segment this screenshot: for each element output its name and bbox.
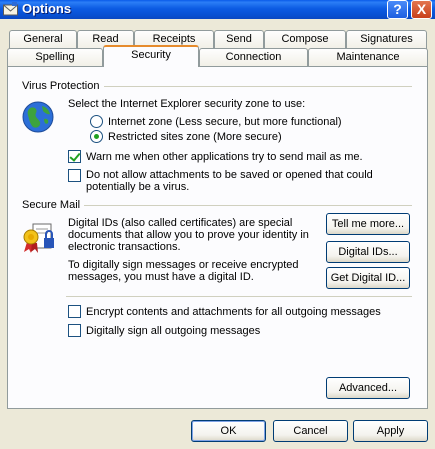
envelope-options-icon — [3, 2, 18, 16]
section-divider — [66, 296, 412, 297]
sign-outgoing-checkbox[interactable] — [68, 324, 81, 337]
block-attachments-checkbox[interactable] — [68, 169, 81, 182]
tab-connection[interactable]: Connection — [199, 48, 308, 67]
tab-maintenance[interactable]: Maintenance — [308, 48, 428, 67]
advanced-button[interactable]: Advanced... — [326, 377, 410, 399]
options-dialog: Options ? X General Read Receipts Send C… — [0, 0, 435, 449]
restricted-zone-radio[interactable] — [90, 130, 103, 143]
tab-general[interactable]: General — [9, 30, 77, 49]
restricted-zone-label[interactable]: Restricted sites zone (More secure) — [108, 131, 282, 143]
group-divider — [104, 86, 412, 87]
internet-zone-label[interactable]: Internet zone (Less secure, but more fun… — [108, 116, 342, 128]
window-title: Options — [22, 1, 72, 16]
sign-outgoing-label[interactable]: Digitally sign all outgoing messages — [86, 325, 260, 337]
group-divider — [84, 205, 412, 206]
digital-id-description-line1: Digital IDs (also called certificates) a… — [68, 217, 293, 229]
security-panel: Virus Protection Select the Internet Exp… — [7, 66, 428, 409]
encrypt-outgoing-label[interactable]: Encrypt contents and attachments for all… — [86, 306, 381, 318]
virus-protection-label: Virus Protection — [22, 80, 100, 92]
tab-security[interactable]: Security — [103, 45, 199, 67]
digital-id-description-line3: electronic transactions. — [68, 241, 181, 253]
help-icon: ? — [393, 1, 402, 17]
tab-signatures[interactable]: Signatures — [346, 30, 427, 49]
block-attachments-label-line2[interactable]: potentially be a virus. — [86, 181, 189, 193]
globe-icon — [22, 101, 54, 133]
tell-me-more-button[interactable]: Tell me more... — [326, 213, 410, 235]
block-attachments-label-line1[interactable]: Do not allow attachments to be saved or … — [86, 169, 373, 181]
digital-id-required-line2: messages, you must have a digital ID. — [68, 271, 254, 283]
tab-send[interactable]: Send — [214, 30, 264, 49]
tab-spelling[interactable]: Spelling — [7, 48, 103, 67]
get-digital-id-button[interactable]: Get Digital ID... — [326, 267, 410, 289]
cancel-button[interactable]: Cancel — [273, 420, 348, 442]
internet-zone-radio[interactable] — [90, 115, 103, 128]
certificate-icon — [23, 223, 54, 253]
close-icon: X — [416, 1, 427, 17]
help-button[interactable]: ? — [387, 0, 408, 19]
warn-send-mail-checkbox[interactable] — [68, 150, 81, 163]
secure-mail-label: Secure Mail — [22, 199, 81, 211]
warn-send-mail-label[interactable]: Warn me when other applications try to s… — [86, 151, 363, 163]
title-bar[interactable]: Options ? X — [0, 0, 435, 19]
encrypt-outgoing-checkbox[interactable] — [68, 305, 81, 318]
digital-id-required-line1: To digitally sign messages or receive en… — [68, 259, 299, 271]
digital-ids-button[interactable]: Digital IDs... — [326, 241, 410, 263]
tab-compose[interactable]: Compose — [264, 30, 346, 49]
zone-prompt: Select the Internet Explorer security zo… — [68, 98, 306, 110]
close-button[interactable]: X — [411, 0, 432, 19]
ok-button[interactable]: OK — [191, 420, 266, 442]
apply-button[interactable]: Apply — [353, 420, 428, 442]
digital-id-description-line2: documents that allow you to prove your i… — [68, 229, 309, 241]
